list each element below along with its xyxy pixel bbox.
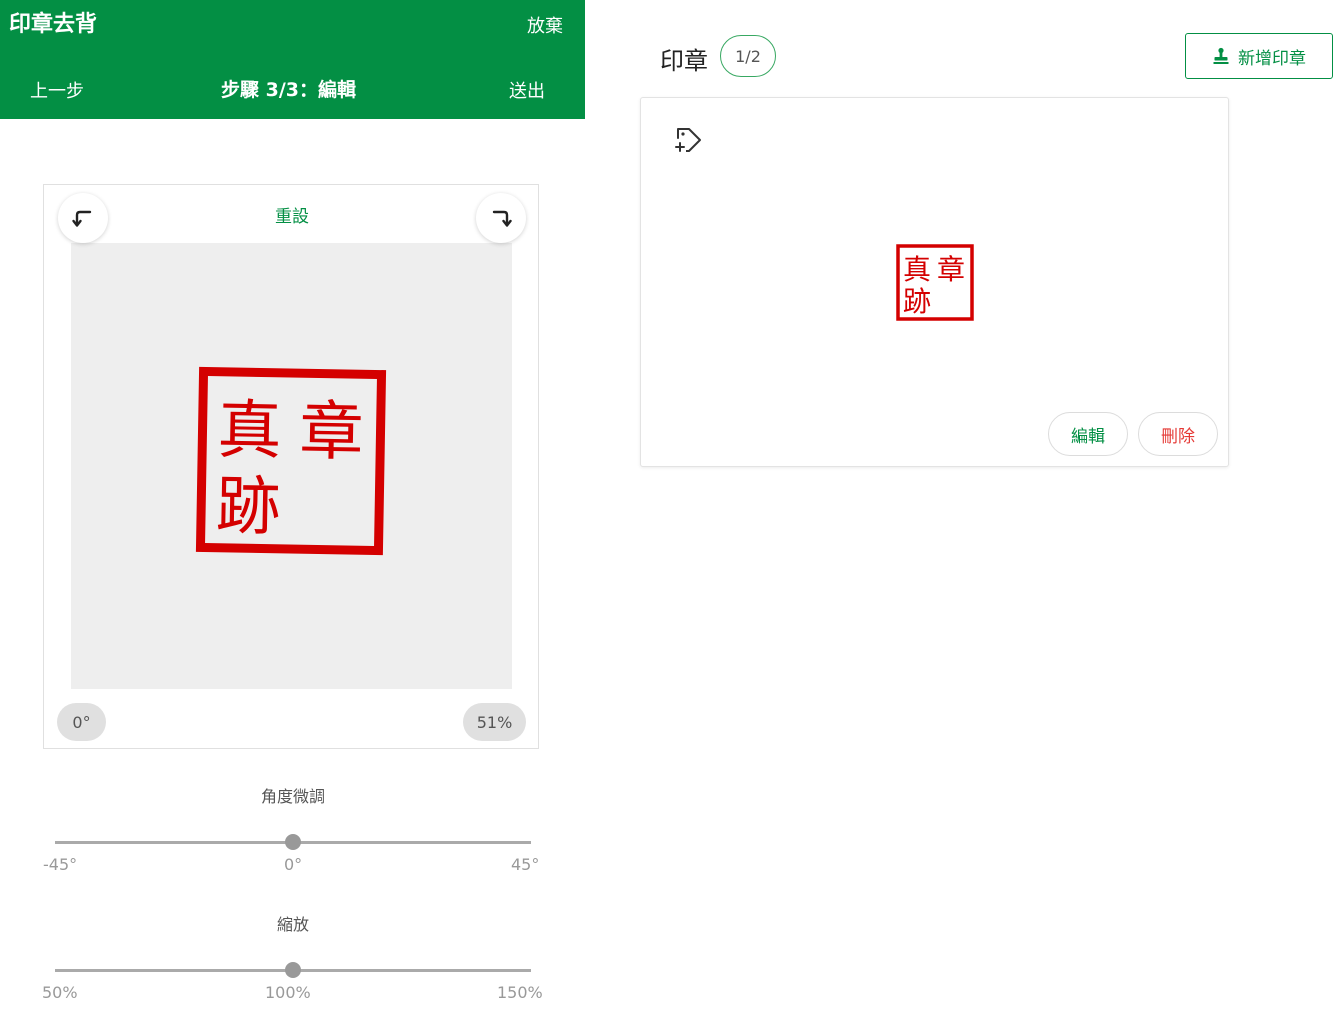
stamp-thumbnail: 章 真 跡: [895, 243, 975, 327]
zoom-slider[interactable]: [55, 962, 531, 978]
tag-add-icon: [675, 128, 701, 152]
image-editor: 章 真 跡 立 重設 0° 51%: [43, 184, 539, 749]
header-bar: 印章去背 放棄 上一步 步驟 3/3：編輯 送出: [0, 0, 585, 119]
stamp-canvas[interactable]: 章 真 跡 立: [71, 243, 512, 689]
zoom-slider-label: 縮放: [276, 915, 309, 934]
stamp-glyph: 跡: [216, 470, 281, 545]
zoom-indicator: 51%: [463, 703, 526, 741]
stamp-icon: [1213, 47, 1229, 64]
app-title: 印章去背: [9, 12, 98, 37]
thumb-glyph: 跡: [903, 285, 931, 318]
angle-tick-max: 45°: [511, 855, 540, 874]
zoom-slider-thumb[interactable]: [285, 962, 301, 978]
angle-tick-mid: 0°: [284, 855, 303, 874]
angle-indicator: 0°: [57, 703, 106, 741]
zoom-tick-mid: 100%: [265, 983, 311, 1002]
edit-stamp-button[interactable]: 編輯: [1048, 412, 1128, 456]
step-title: 步驟 3/3：編輯: [221, 79, 356, 101]
tag-add-button[interactable]: [675, 126, 703, 158]
discard-button[interactable]: 放棄: [527, 12, 563, 38]
angle-slider-label: 角度微調: [260, 787, 325, 806]
angle-slider[interactable]: [55, 834, 531, 850]
reset-button[interactable]: 重設: [44, 202, 540, 227]
add-stamp-button[interactable]: 新增印章: [1185, 33, 1333, 79]
stamp-card: 章 真 跡 編輯 刪除: [640, 97, 1229, 467]
zoom-tick-max: 150%: [497, 983, 543, 1002]
angle-tick-min: -45°: [43, 855, 78, 874]
delete-stamp-button[interactable]: 刪除: [1138, 412, 1218, 456]
stamp-image: 章 真 跡 立: [195, 366, 387, 556]
rotate-right-button[interactable]: [476, 193, 526, 243]
stamp-count-badge: 1/2: [720, 35, 776, 77]
stamp-glyph: 真: [217, 394, 282, 469]
send-button[interactable]: 送出: [509, 77, 545, 103]
angle-slider-thumb[interactable]: [285, 834, 301, 850]
add-stamp-label: 新增印章: [1238, 48, 1306, 69]
thumb-glyph: 章: [937, 253, 965, 286]
zoom-tick-min: 50%: [42, 983, 78, 1002]
stamps-title: 印章: [660, 47, 708, 75]
rotate-right-icon: [492, 210, 512, 227]
editor-panel: 印章去背 放棄 上一步 步驟 3/3：編輯 送出 章 真 跡 立: [0, 0, 585, 1015]
thumb-glyph: 真: [903, 253, 931, 286]
